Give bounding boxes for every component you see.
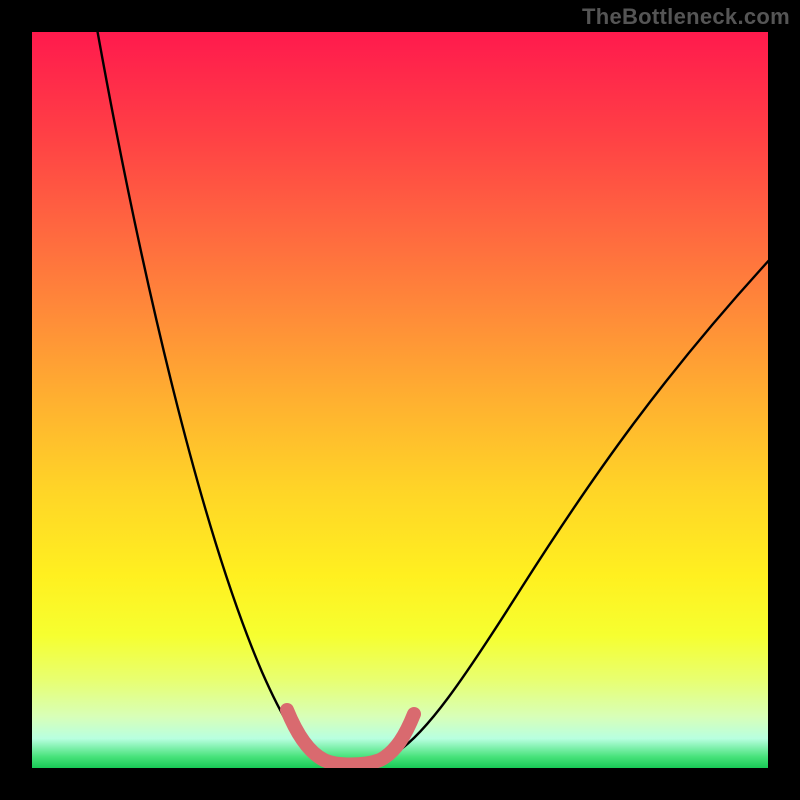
chart-frame: TheBottleneck.com xyxy=(0,0,800,800)
watermark-text: TheBottleneck.com xyxy=(582,4,790,30)
curve-layer xyxy=(32,32,768,768)
plot-area xyxy=(32,32,768,768)
optimal-zone-marker xyxy=(287,710,414,765)
bottleneck-curve-left xyxy=(94,32,338,762)
bottleneck-curve-right xyxy=(372,257,768,762)
